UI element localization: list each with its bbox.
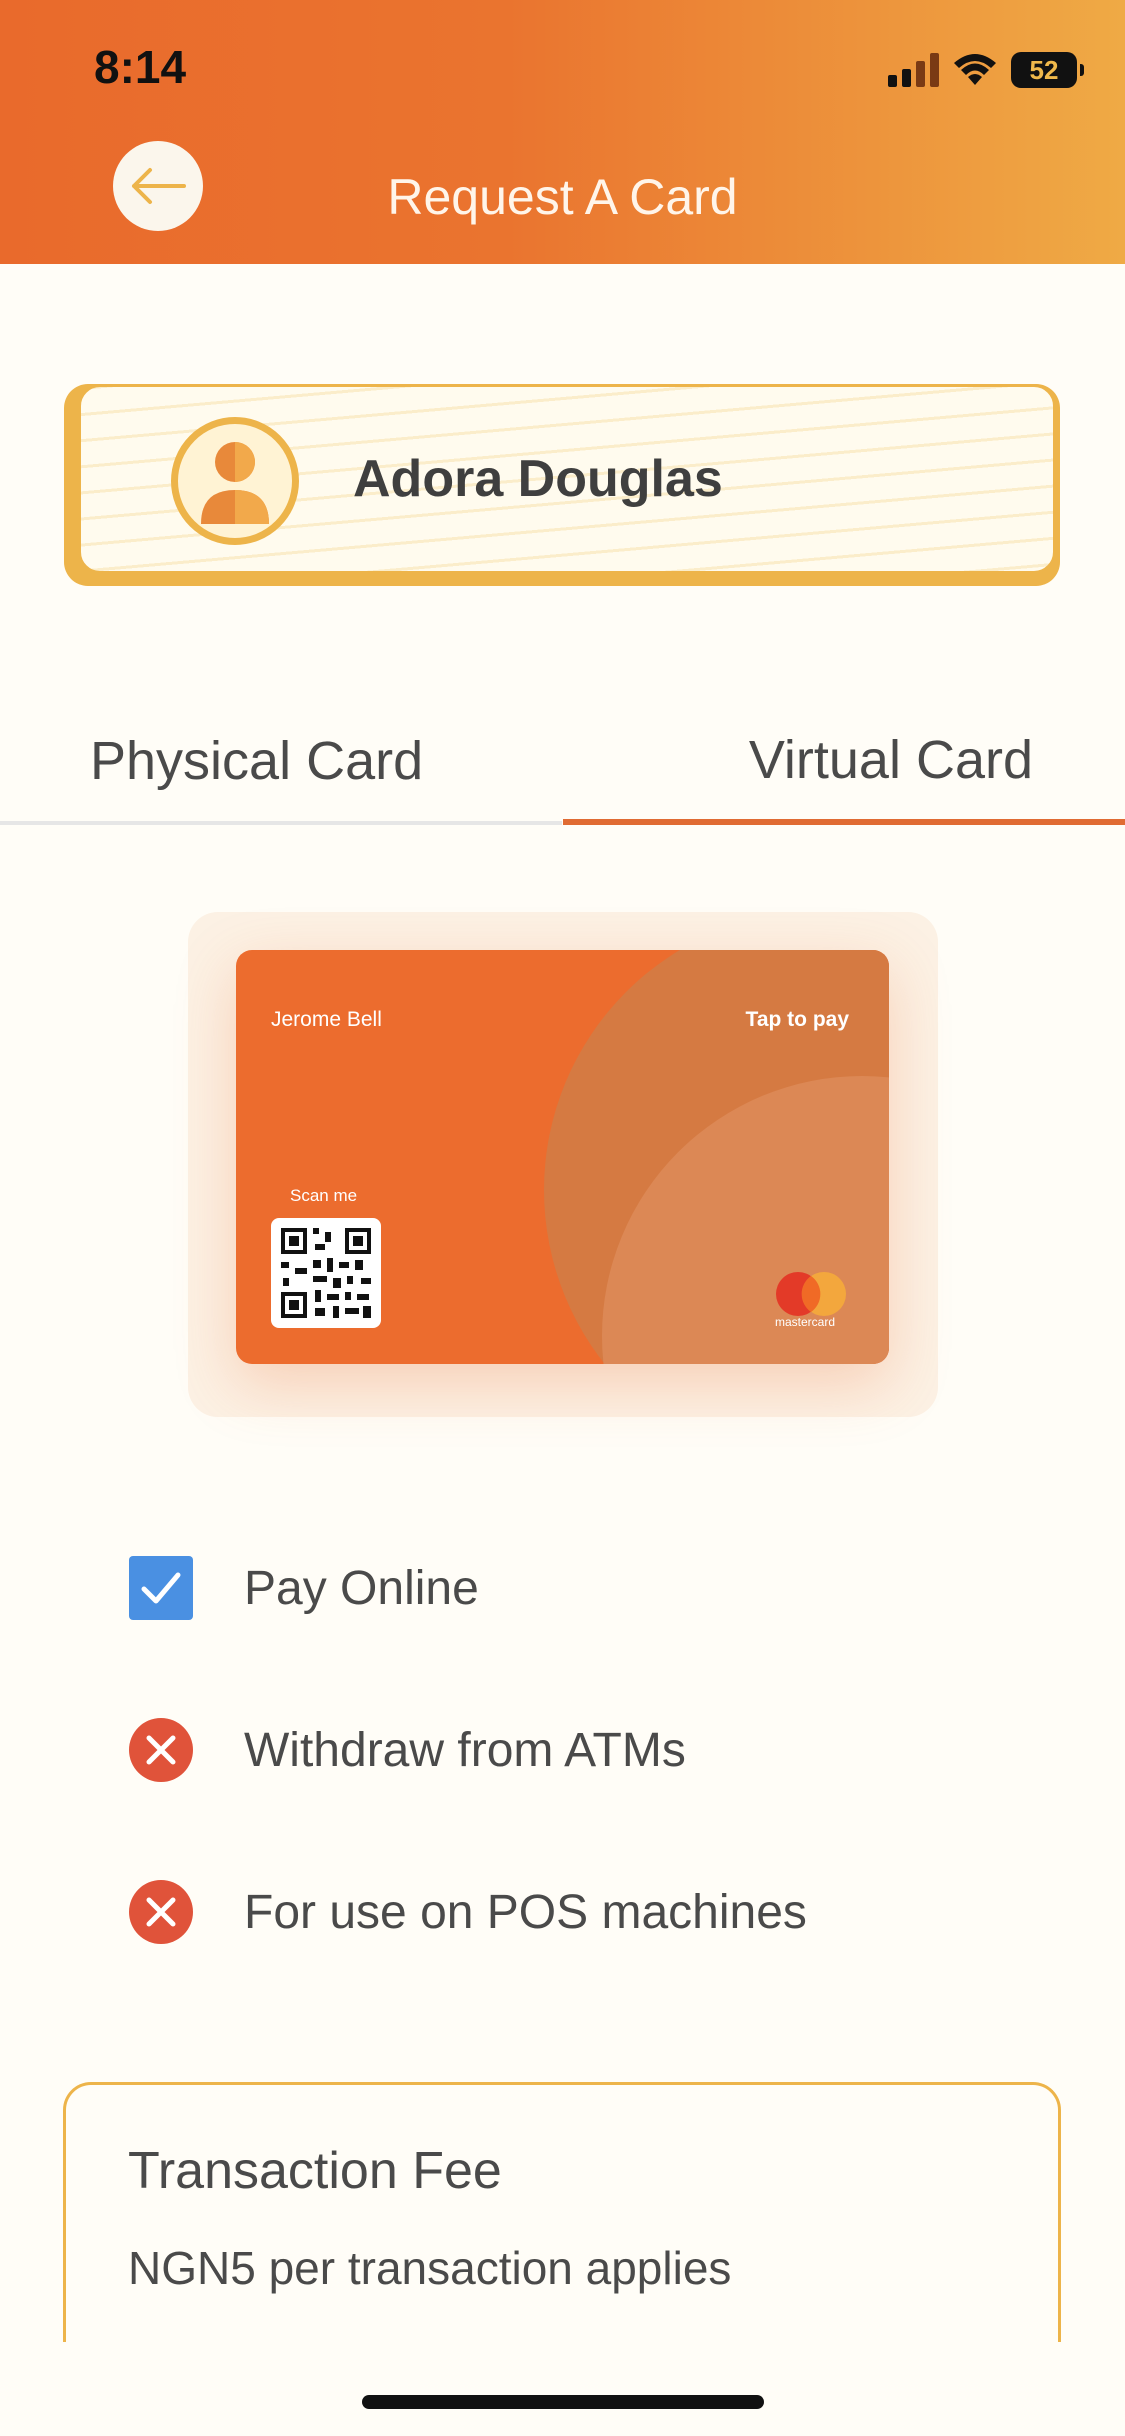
app-header: 8:14 52 Request A Card xyxy=(0,0,1125,264)
feature-label: Pay Online xyxy=(244,1561,479,1615)
avatar xyxy=(171,417,299,545)
user-icon xyxy=(201,442,269,524)
card-holder-name: Jerome Bell xyxy=(271,1008,382,1031)
status-time: 8:14 xyxy=(94,41,187,93)
tab-physical-card[interactable]: Physical Card xyxy=(0,700,562,825)
tab-virtual-card[interactable]: Virtual Card xyxy=(563,700,1125,825)
transaction-fee-panel: Transaction Fee NGN5 per transaction app… xyxy=(63,2082,1061,2342)
feature-pos-machines: For use on POS machines xyxy=(128,1877,807,1947)
tap-to-pay-label: Tap to pay xyxy=(745,1008,849,1031)
page-title: Request A Card xyxy=(387,169,738,225)
feature-label: For use on POS machines xyxy=(244,1885,807,1939)
scan-me-label: Scan me xyxy=(290,1186,358,1205)
card-type-tabs: Physical Card Virtual Card xyxy=(0,700,1125,825)
close-circle-icon xyxy=(128,1879,194,1945)
wifi-icon xyxy=(954,54,996,85)
qr-code-icon xyxy=(281,1228,371,1318)
battery-icon: 52 xyxy=(1011,52,1084,88)
profile-card: Adora Douglas xyxy=(64,384,1060,586)
feature-withdraw-atm: Withdraw from ATMs xyxy=(128,1715,686,1785)
signal-icon xyxy=(888,53,939,87)
profile-name: Adora Douglas xyxy=(353,450,723,508)
feature-pay-online[interactable]: Pay Online xyxy=(128,1553,479,1623)
fee-title: Transaction Fee xyxy=(128,2142,502,2200)
card-brand-label: mastercard xyxy=(775,1315,836,1329)
close-circle-icon xyxy=(128,1717,194,1783)
virtual-card-preview: Jerome Bell Tap to pay Scan me mastercar… xyxy=(236,950,889,1364)
profile-card-inner: Adora Douglas xyxy=(78,384,1056,574)
feature-label: Withdraw from ATMs xyxy=(244,1723,686,1777)
checkbox-checked-icon[interactable] xyxy=(128,1555,194,1621)
status-icons: 52 xyxy=(888,48,1084,92)
fee-description: NGN5 per transaction applies xyxy=(128,2242,732,2294)
home-indicator[interactable] xyxy=(362,2395,764,2409)
qr-code xyxy=(271,1218,381,1328)
